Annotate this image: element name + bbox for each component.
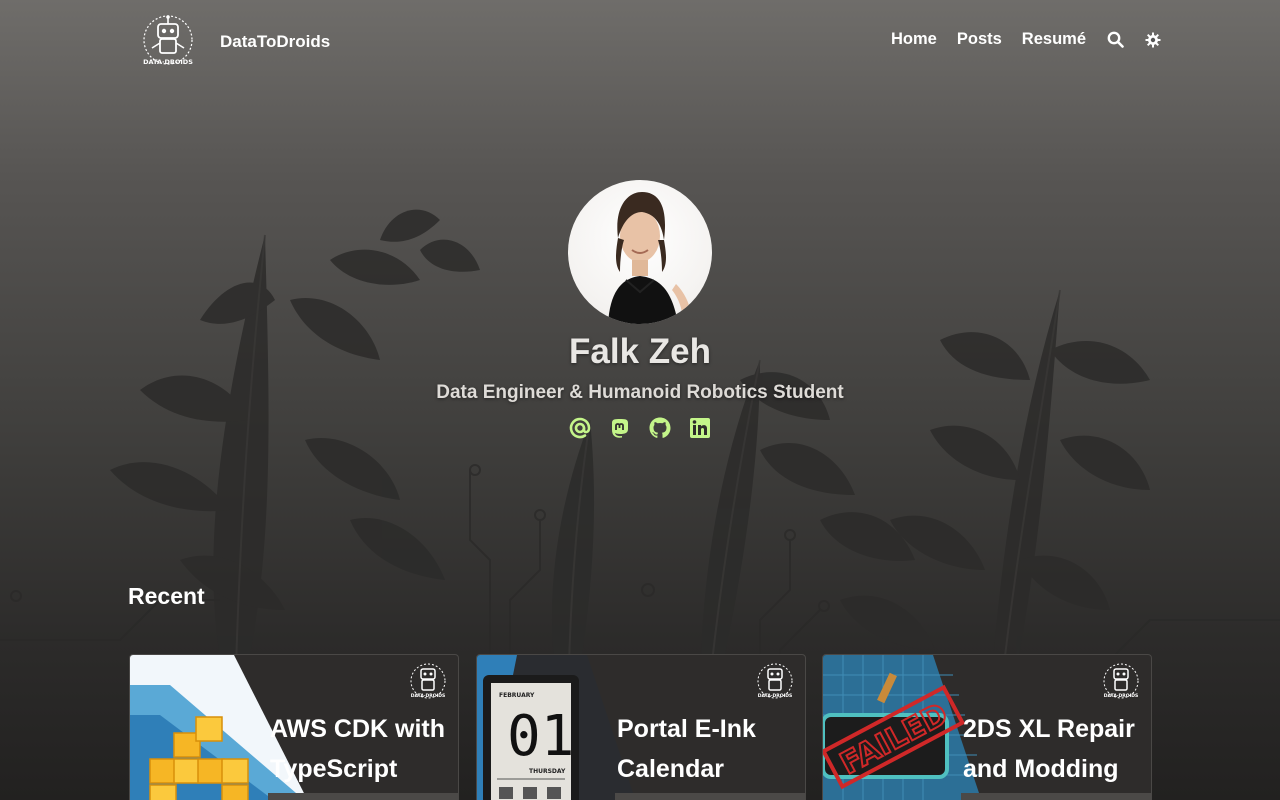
author-tagline: Data Engineer & Humanoid Robotics Studen… [436, 382, 844, 403]
post-title[interactable]: Portal E-Ink Calendar [617, 709, 805, 789]
email-icon[interactable] [568, 416, 592, 440]
github-icon[interactable] [648, 416, 672, 440]
recent-heading: Recent [128, 583, 205, 609]
site-header: DATA·DROIDS DataToDroids Home Posts Resu… [0, 0, 1280, 84]
svg-text:DATA·DROIDS: DATA·DROIDS [143, 58, 193, 66]
gear-icon[interactable] [1144, 31, 1162, 49]
recent-posts: DATA·DROIDS AWS CDK with TypeScript FEBR… [129, 654, 1152, 800]
robot-logo-icon: DATA·DROIDS [410, 663, 446, 699]
calendar-weekday: THURSDAY [529, 768, 566, 775]
main-nav: Home Posts Resumé [891, 30, 1162, 49]
robot-logo-icon: DATA·DROIDS [1103, 663, 1139, 699]
svg-text:DATA·DROIDS: DATA·DROIDS [411, 693, 445, 699]
post-card-2ds-xl[interactable]: FAILED DATA·DROIDS 2DS XL Repair and Mod… [822, 654, 1152, 800]
site-name[interactable]: DataToDroids [220, 32, 330, 52]
calendar-day: 01 [507, 704, 574, 769]
svg-text:DATA·DROIDS: DATA·DROIDS [1104, 693, 1138, 699]
post-excerpt-bar [615, 793, 805, 800]
author-name: Falk Zeh [569, 332, 711, 371]
post-title[interactable]: AWS CDK with TypeScript [270, 709, 458, 789]
nav-home[interactable]: Home [891, 30, 937, 49]
calendar-month: FEBRUARY [499, 692, 535, 699]
hero: Falk Zeh Data Engineer & Humanoid Roboti… [0, 180, 1280, 440]
post-card-eink-calendar[interactable]: FEBRUARY 01 THURSDAY DATA·DROIDS Portal … [476, 654, 806, 800]
linkedin-icon[interactable] [688, 416, 712, 440]
nav-resume[interactable]: Resumé [1022, 30, 1086, 49]
robot-logo-icon: DATA·DROIDS [757, 663, 793, 699]
nav-posts[interactable]: Posts [957, 30, 1002, 49]
avatar [568, 180, 712, 324]
post-excerpt-bar [961, 793, 1151, 800]
post-title[interactable]: 2DS XL Repair and Modding [963, 709, 1151, 789]
social-links [0, 416, 1280, 440]
robot-logo-icon[interactable]: DATA·DROIDS [138, 12, 198, 72]
svg-text:DATA·DROIDS: DATA·DROIDS [758, 693, 792, 699]
post-card-aws-cdk[interactable]: DATA·DROIDS AWS CDK with TypeScript [129, 654, 459, 800]
post-excerpt-bar [268, 793, 458, 800]
mastodon-icon[interactable] [608, 416, 632, 440]
search-icon[interactable] [1106, 31, 1124, 49]
